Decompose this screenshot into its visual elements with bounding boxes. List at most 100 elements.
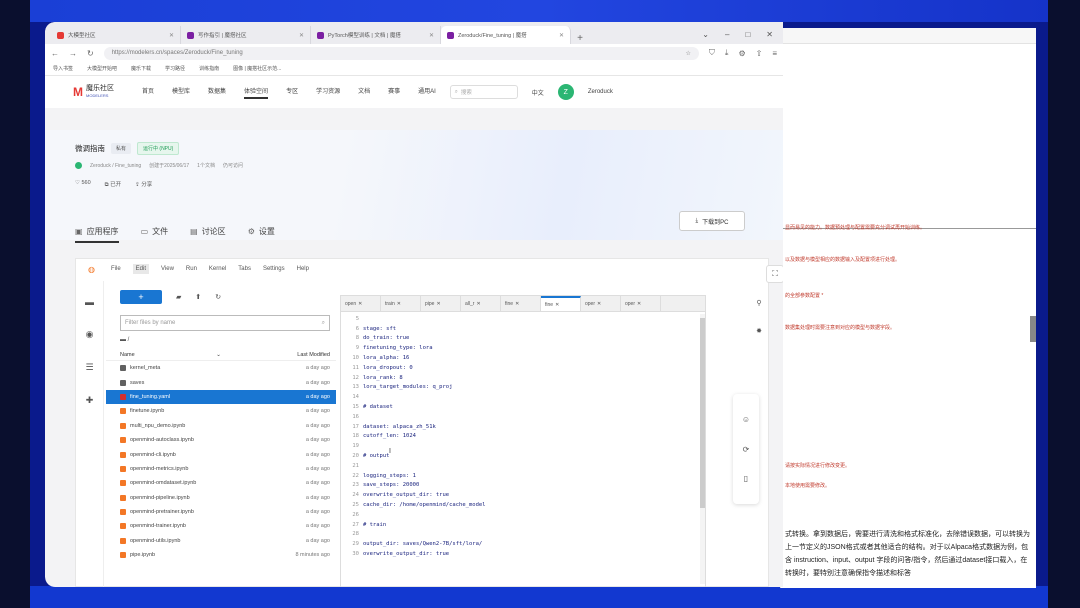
- upload-icon[interactable]: ⬆: [195, 293, 201, 301]
- browser-tab-1[interactable]: 大模型社区 ✕: [51, 26, 181, 44]
- editor-scrollbar[interactable]: [700, 314, 705, 584]
- new-tab-button[interactable]: +: [571, 33, 589, 44]
- file-filter-input[interactable]: Filter files by name ⌕: [120, 315, 330, 331]
- star-icon[interactable]: ☆: [686, 50, 691, 57]
- bookmark-item[interactable]: 大模型开始吧: [87, 65, 117, 72]
- browser-tab-2[interactable]: 写作指引 | 魔搭社区 ✕: [181, 26, 311, 44]
- editor-tab[interactable]: fine ✕: [501, 296, 541, 311]
- chevron-down-icon[interactable]: ⌄: [702, 30, 709, 39]
- file-row[interactable]: pipe.ipynb 8 minutes ago: [106, 548, 336, 562]
- file-row[interactable]: openmind-pipeline.ipynb a day ago: [106, 491, 336, 505]
- tab-settings[interactable]: ⚙ 设置: [248, 226, 275, 243]
- scroll-thumb[interactable]: [700, 318, 705, 508]
- close-icon[interactable]: ✕: [597, 301, 601, 307]
- shield-icon[interactable]: ⛉: [709, 48, 715, 58]
- close-icon[interactable]: ✕: [515, 301, 519, 307]
- file-row[interactable]: openmind-cli.ipynb a day ago: [106, 447, 336, 461]
- new-launcher-button[interactable]: +: [120, 290, 162, 304]
- menu-tabs[interactable]: Tabs: [238, 266, 251, 272]
- likes-stat[interactable]: ♡ 560: [75, 180, 91, 189]
- close-icon[interactable]: ✕: [766, 30, 773, 39]
- property-inspector-icon[interactable]: ⚲: [756, 299, 761, 307]
- close-icon[interactable]: ✕: [358, 301, 362, 307]
- tab-close-icon[interactable]: ✕: [559, 32, 564, 39]
- col-modified[interactable]: Last Modified: [297, 352, 330, 358]
- download-button[interactable]: ⤓ 下载到PC: [679, 211, 745, 231]
- browser-tab-3[interactable]: PyTorch模型训练 | 文档 | 魔搭 ✕: [311, 26, 441, 44]
- nav-item-zone[interactable]: 专区: [286, 86, 298, 99]
- forward-icon[interactable]: →: [69, 49, 77, 58]
- fork-stat[interactable]: ⧉ 已开: [105, 180, 121, 189]
- menu-view[interactable]: View: [161, 266, 174, 272]
- close-icon[interactable]: ✕: [476, 301, 480, 307]
- menu-run[interactable]: Run: [186, 266, 197, 272]
- feedback-icon[interactable]: ☺: [742, 415, 750, 424]
- menu-kernel[interactable]: Kernel: [209, 266, 226, 272]
- nav-item-learning[interactable]: 学习资源: [316, 86, 340, 99]
- share-stat[interactable]: ⇪ 分享: [135, 180, 152, 189]
- col-name[interactable]: Name ⌄: [120, 352, 221, 358]
- file-row[interactable]: openmind-metrics.ipynb a day ago: [106, 462, 336, 476]
- project-owner[interactable]: Zeroduck / Fine_tuning: [90, 163, 141, 169]
- close-icon[interactable]: ✕: [555, 302, 559, 308]
- tab-close-icon[interactable]: ✕: [169, 32, 174, 39]
- running-icon[interactable]: ◉: [86, 329, 94, 340]
- site-logo[interactable]: M 魔乐社区 MODELERS: [73, 85, 114, 99]
- bookmark-item[interactable]: 学习路径: [165, 65, 185, 72]
- refresh-icon[interactable]: ↻: [215, 293, 221, 301]
- extensions-icon[interactable]: ⚙: [738, 49, 745, 58]
- commands-icon[interactable]: ☰: [85, 362, 93, 373]
- download-icon[interactable]: ⤓: [725, 48, 729, 58]
- file-row[interactable]: openmind-omdataset.ipynb a day ago: [106, 476, 336, 490]
- avatar[interactable]: Z: [557, 84, 574, 100]
- browser-tab-4[interactable]: Zeroduck/Fine_tuning | 魔搭 ✕: [441, 26, 571, 44]
- sync-icon[interactable]: ⟳: [743, 445, 750, 454]
- close-icon[interactable]: ✕: [436, 301, 440, 307]
- fullscreen-icon[interactable]: ⛶: [766, 265, 783, 283]
- extension-icon[interactable]: ✚: [86, 395, 94, 406]
- back-icon[interactable]: ←: [51, 49, 59, 58]
- file-row[interactable]: finetune.ipynb a day ago: [106, 404, 336, 418]
- file-row[interactable]: openmind-pretrainer.ipynb a day ago: [106, 505, 336, 519]
- bookmark-item[interactable]: 导入书签: [53, 65, 73, 72]
- folder-icon[interactable]: ▬: [85, 297, 94, 307]
- nav-item-ai[interactable]: 通用AI: [418, 86, 436, 99]
- tab-close-icon[interactable]: ✕: [299, 32, 304, 39]
- editor-tab[interactable]: all_r ✕: [461, 296, 501, 311]
- bookmark-item[interactable]: 训练指南: [199, 65, 219, 72]
- tab-discussion[interactable]: ▤ 讨论区: [190, 226, 226, 243]
- menu-icon[interactable]: ≡: [772, 49, 777, 58]
- debugger-icon[interactable]: ✸: [756, 327, 762, 335]
- menu-edit[interactable]: Edit: [132, 264, 149, 274]
- minimize-icon[interactable]: –: [725, 30, 729, 39]
- menu-file[interactable]: File: [111, 266, 121, 272]
- mobile-icon[interactable]: ▯: [744, 474, 748, 483]
- bookmark-item[interactable]: 图像 | 魔搭社区示范...: [233, 65, 281, 72]
- file-row[interactable]: openmind-trainer.ipynb a day ago: [106, 519, 336, 533]
- nav-item-spaces[interactable]: 体验空间: [244, 86, 269, 99]
- breadcrumb[interactable]: ▬ /: [106, 331, 336, 349]
- bookmark-item[interactable]: 魔乐下载: [131, 65, 151, 72]
- file-row[interactable]: saves a day ago: [106, 375, 336, 389]
- editor-tab[interactable]: open ✕: [341, 296, 381, 311]
- nav-item-docs[interactable]: 文档: [358, 86, 370, 99]
- reload-icon[interactable]: ↻: [87, 49, 94, 58]
- editor-tab[interactable]: pipe ✕: [421, 296, 461, 311]
- file-row[interactable]: openmind-utils.ipynb a day ago: [106, 534, 336, 548]
- close-icon[interactable]: ✕: [397, 301, 401, 307]
- file-row[interactable]: multi_npu_demo.ipynb a day ago: [106, 419, 336, 433]
- nav-item-events[interactable]: 赛事: [388, 86, 400, 99]
- file-row[interactable]: kernel_meta a day ago: [106, 361, 336, 375]
- editor-tab[interactable]: oper ✕: [581, 296, 621, 311]
- menu-help[interactable]: Help: [297, 266, 309, 272]
- tab-app[interactable]: ▣ 应用程序: [75, 226, 119, 243]
- editor-tab[interactable]: train ✕: [381, 296, 421, 311]
- url-input[interactable]: https://modelers.cn/spaces/Zeroduck/Fine…: [103, 46, 699, 60]
- nav-item-home[interactable]: 首页: [142, 86, 154, 99]
- editor-tab[interactable]: fine ✕: [541, 296, 581, 311]
- editor-tab[interactable]: oper ✕: [621, 296, 661, 311]
- tab-close-icon[interactable]: ✕: [429, 32, 434, 39]
- maximize-icon[interactable]: □: [745, 30, 750, 39]
- share-icon[interactable]: ⇧: [756, 49, 763, 58]
- nav-item-models[interactable]: 模型库: [172, 86, 190, 99]
